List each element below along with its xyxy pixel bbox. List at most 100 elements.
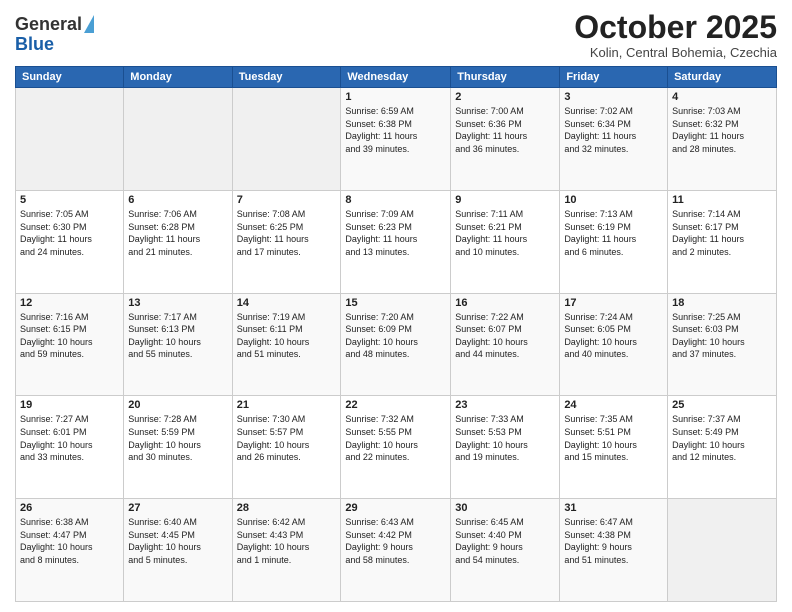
day-number: 28	[237, 502, 337, 514]
day-info: Sunrise: 6:38 AM Sunset: 4:47 PM Dayligh…	[20, 516, 119, 566]
calendar-day-cell: 20 Sunrise: 7:28 AM Sunset: 5:59 PM Dayli…	[124, 396, 232, 499]
day-of-week-header: Monday	[124, 67, 232, 88]
day-info: Sunrise: 7:17 AM Sunset: 6:13 PM Dayligh…	[128, 311, 227, 361]
day-number: 15	[345, 297, 446, 309]
calendar-day-cell: 13Sunrise: 7:17 AM Sunset: 6:13 PM Dayli…	[124, 293, 232, 396]
day-number: 6	[128, 194, 227, 206]
day-info: Sunrise: 7:32 AM Sunset: 5:55 PM Dayligh…	[345, 413, 446, 463]
day-number: 1	[345, 91, 446, 103]
calendar-day-cell: 14 Sunrise: 7:19 AM Sunset: 6:11 PM Dayli…	[232, 293, 341, 396]
calendar-week-row: 12 Sunrise: 7:16 AM Sunset: 6:15 PM Dayli…	[16, 293, 777, 396]
calendar-day-cell	[668, 499, 777, 602]
calendar-day-cell: 2 Sunrise: 7:00 AM Sunset: 6:36 PM Daylig…	[451, 88, 560, 191]
day-info: Sunrise: 7:25 AM Sunset: 6:03 PM Dayligh…	[672, 311, 772, 361]
day-of-week-header: Thursday	[451, 67, 560, 88]
day-number: 29	[345, 502, 446, 514]
calendar-day-cell: 19 Sunrise: 7:27 AM Sunset: 6:01 PM Dayli…	[16, 396, 124, 499]
day-number: 17	[564, 297, 663, 309]
day-number: 5	[20, 194, 119, 206]
day-number: 2	[455, 91, 555, 103]
calendar-day-cell: 5 Sunrise: 7:05 AM Sunset: 6:30 PM Daylig…	[16, 190, 124, 293]
day-number: 31	[564, 502, 663, 514]
header-right: October 2025 Kolin, Central Bohemia, Cze…	[574, 10, 777, 60]
day-info: Sunrise: 7:27 AM Sunset: 6:01 PM Dayligh…	[20, 413, 119, 463]
calendar-week-row: 5 Sunrise: 7:05 AM Sunset: 6:30 PM Daylig…	[16, 190, 777, 293]
calendar-day-cell: 17 Sunrise: 7:24 AM Sunset: 6:05 PM Dayli…	[560, 293, 668, 396]
day-info: Sunrise: 7:09 AM Sunset: 6:23 PM Dayligh…	[345, 208, 446, 258]
day-info: Sunrise: 7:06 AM Sunset: 6:28 PM Dayligh…	[128, 208, 227, 258]
calendar-day-cell: 29 Sunrise: 6:43 AM Sunset: 4:42 PM Dayli…	[341, 499, 451, 602]
day-number: 9	[455, 194, 555, 206]
calendar-day-cell: 3Sunrise: 7:02 AM Sunset: 6:34 PM Daylig…	[560, 88, 668, 191]
calendar-day-cell: 8 Sunrise: 7:09 AM Sunset: 6:23 PM Daylig…	[341, 190, 451, 293]
logo-triangle-icon	[84, 15, 94, 33]
day-number: 14	[237, 297, 337, 309]
calendar-day-cell: 18 Sunrise: 7:25 AM Sunset: 6:03 PM Dayli…	[668, 293, 777, 396]
page: General Blue October 2025 Kolin, Central…	[0, 0, 792, 612]
day-number: 11	[672, 194, 772, 206]
day-info: Sunrise: 6:59 AM Sunset: 6:38 PM Dayligh…	[345, 105, 446, 155]
day-number: 25	[672, 399, 772, 411]
calendar-day-cell: 11 Sunrise: 7:14 AM Sunset: 6:17 PM Dayli…	[668, 190, 777, 293]
day-info: Sunrise: 6:42 AM Sunset: 4:43 PM Dayligh…	[237, 516, 337, 566]
calendar-day-cell: 26 Sunrise: 6:38 AM Sunset: 4:47 PM Dayli…	[16, 499, 124, 602]
calendar-day-cell: 4 Sunrise: 7:03 AM Sunset: 6:32 PM Daylig…	[668, 88, 777, 191]
day-of-week-header: Friday	[560, 67, 668, 88]
day-info: Sunrise: 7:13 AM Sunset: 6:19 PM Dayligh…	[564, 208, 663, 258]
calendar-day-cell: 16Sunrise: 7:22 AM Sunset: 6:07 PM Dayli…	[451, 293, 560, 396]
day-info: Sunrise: 6:43 AM Sunset: 4:42 PM Dayligh…	[345, 516, 446, 566]
day-number: 3	[564, 91, 663, 103]
day-number: 26	[20, 502, 119, 514]
calendar-week-row: 26 Sunrise: 6:38 AM Sunset: 4:47 PM Dayli…	[16, 499, 777, 602]
calendar-day-cell: 28 Sunrise: 6:42 AM Sunset: 4:43 PM Dayli…	[232, 499, 341, 602]
logo-blue-text: Blue	[15, 35, 54, 55]
day-info: Sunrise: 7:03 AM Sunset: 6:32 PM Dayligh…	[672, 105, 772, 155]
day-info: Sunrise: 7:20 AM Sunset: 6:09 PM Dayligh…	[345, 311, 446, 361]
day-number: 20	[128, 399, 227, 411]
day-number: 7	[237, 194, 337, 206]
calendar-day-cell: 9Sunrise: 7:11 AM Sunset: 6:21 PM Daylig…	[451, 190, 560, 293]
day-of-week-header: Wednesday	[341, 67, 451, 88]
calendar-week-row: 19 Sunrise: 7:27 AM Sunset: 6:01 PM Dayli…	[16, 396, 777, 499]
calendar-day-cell	[16, 88, 124, 191]
day-info: Sunrise: 7:05 AM Sunset: 6:30 PM Dayligh…	[20, 208, 119, 258]
day-info: Sunrise: 6:45 AM Sunset: 4:40 PM Dayligh…	[455, 516, 555, 566]
day-info: Sunrise: 7:28 AM Sunset: 5:59 PM Dayligh…	[128, 413, 227, 463]
day-number: 8	[345, 194, 446, 206]
day-info: Sunrise: 6:40 AM Sunset: 4:45 PM Dayligh…	[128, 516, 227, 566]
calendar-day-cell: 1 Sunrise: 6:59 AM Sunset: 6:38 PM Daylig…	[341, 88, 451, 191]
calendar-header-row: SundayMondayTuesdayWednesdayThursdayFrid…	[16, 67, 777, 88]
day-number: 10	[564, 194, 663, 206]
calendar-day-cell: 23Sunrise: 7:33 AM Sunset: 5:53 PM Dayli…	[451, 396, 560, 499]
day-number: 19	[20, 399, 119, 411]
calendar-day-cell: 15 Sunrise: 7:20 AM Sunset: 6:09 PM Dayli…	[341, 293, 451, 396]
day-info: Sunrise: 7:19 AM Sunset: 6:11 PM Dayligh…	[237, 311, 337, 361]
calendar-day-cell: 6 Sunrise: 7:06 AM Sunset: 6:28 PM Daylig…	[124, 190, 232, 293]
day-info: Sunrise: 7:14 AM Sunset: 6:17 PM Dayligh…	[672, 208, 772, 258]
day-info: Sunrise: 7:37 AM Sunset: 5:49 PM Dayligh…	[672, 413, 772, 463]
day-info: Sunrise: 7:24 AM Sunset: 6:05 PM Dayligh…	[564, 311, 663, 361]
day-info: Sunrise: 7:30 AM Sunset: 5:57 PM Dayligh…	[237, 413, 337, 463]
day-number: 21	[237, 399, 337, 411]
calendar-day-cell: 12 Sunrise: 7:16 AM Sunset: 6:15 PM Dayli…	[16, 293, 124, 396]
calendar-day-cell: 7 Sunrise: 7:08 AM Sunset: 6:25 PM Daylig…	[232, 190, 341, 293]
header: General Blue October 2025 Kolin, Central…	[15, 10, 777, 60]
calendar-day-cell: 10 Sunrise: 7:13 AM Sunset: 6:19 PM Dayli…	[560, 190, 668, 293]
month-title: October 2025	[574, 10, 777, 45]
day-info: Sunrise: 7:16 AM Sunset: 6:15 PM Dayligh…	[20, 311, 119, 361]
day-number: 18	[672, 297, 772, 309]
location: Kolin, Central Bohemia, Czechia	[574, 45, 777, 60]
day-number: 4	[672, 91, 772, 103]
calendar-table: SundayMondayTuesdayWednesdayThursdayFrid…	[15, 66, 777, 602]
day-info: Sunrise: 7:00 AM Sunset: 6:36 PM Dayligh…	[455, 105, 555, 155]
day-info: Sunrise: 7:08 AM Sunset: 6:25 PM Dayligh…	[237, 208, 337, 258]
calendar-day-cell: 25 Sunrise: 7:37 AM Sunset: 5:49 PM Dayli…	[668, 396, 777, 499]
calendar-day-cell	[124, 88, 232, 191]
day-number: 12	[20, 297, 119, 309]
day-number: 16	[455, 297, 555, 309]
day-number: 27	[128, 502, 227, 514]
day-number: 30	[455, 502, 555, 514]
calendar-day-cell: 31Sunrise: 6:47 AM Sunset: 4:38 PM Dayli…	[560, 499, 668, 602]
calendar-day-cell: 27 Sunrise: 6:40 AM Sunset: 4:45 PM Dayli…	[124, 499, 232, 602]
day-info: Sunrise: 7:33 AM Sunset: 5:53 PM Dayligh…	[455, 413, 555, 463]
